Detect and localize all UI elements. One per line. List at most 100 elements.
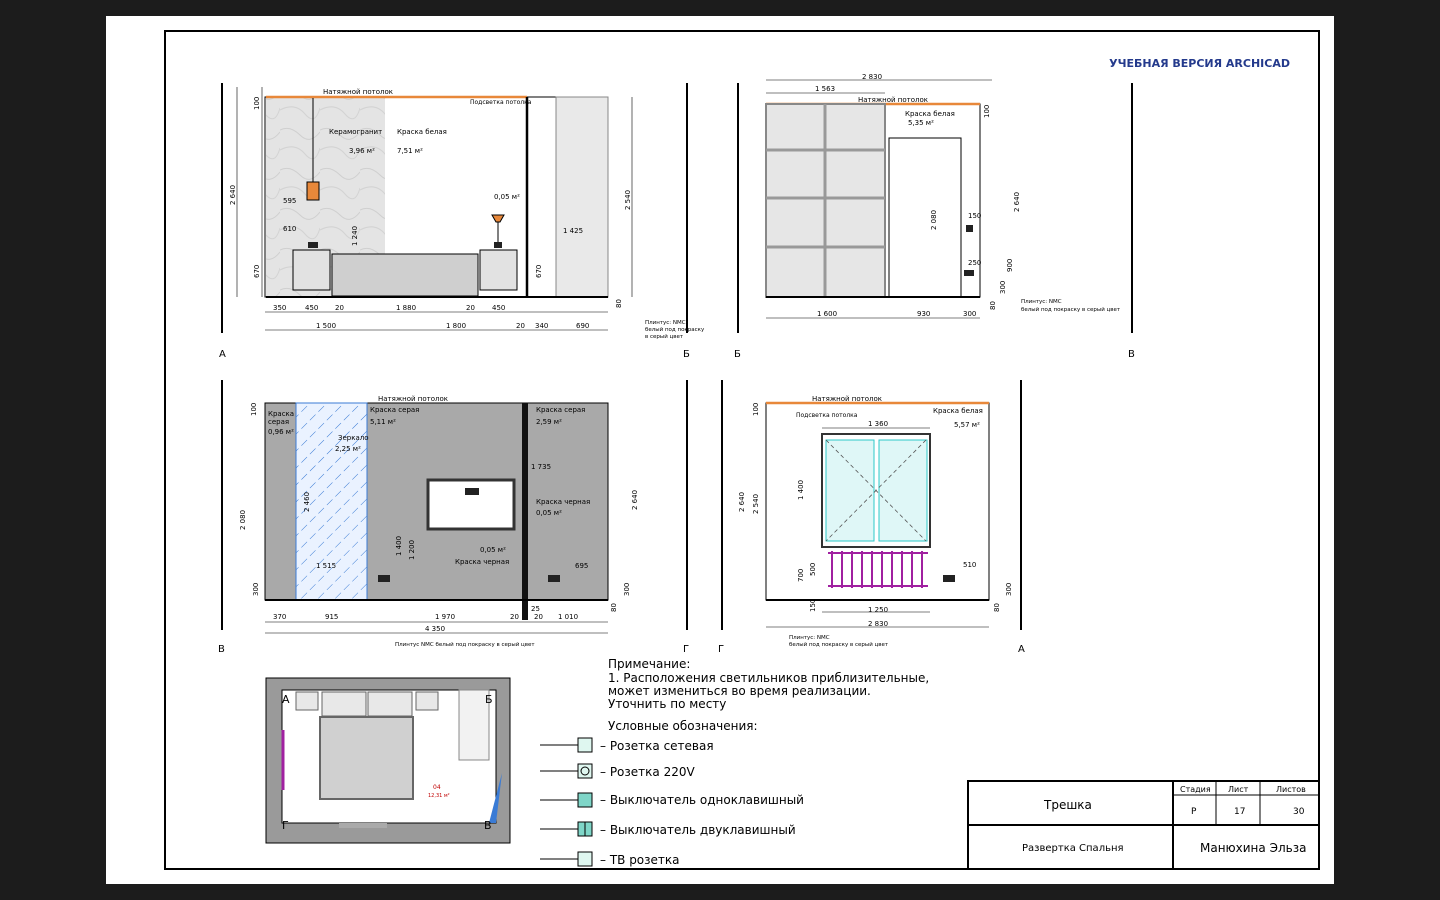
dim: 1 010 xyxy=(558,613,578,621)
author-name: Манюхина Эльза xyxy=(1200,841,1306,855)
dim: 20 xyxy=(534,613,543,621)
dim: 915 xyxy=(325,613,338,621)
ceiling-label: Натяжной потолок xyxy=(858,96,928,104)
black-a-label: Краска черная xyxy=(536,498,590,506)
dim: 20 xyxy=(466,304,475,312)
legend-label: – Розетка сетевая xyxy=(600,739,714,753)
legend-label: – Выключатель одноклавишный xyxy=(600,793,804,807)
dim: 80 xyxy=(989,301,997,310)
dim: 1 360 xyxy=(868,420,888,428)
dim: 930 xyxy=(917,310,930,318)
dim: 510 xyxy=(963,561,976,569)
dim: 1 735 xyxy=(531,463,551,471)
plinth-note: в серый цвет xyxy=(645,333,684,340)
paint-area: 7,51 м² xyxy=(397,147,423,155)
floor-plan: А Б Г В 04 12,31 м² xyxy=(265,677,511,844)
bedside-table-right xyxy=(479,249,518,291)
gray-c-label: Краска серая xyxy=(536,406,585,414)
plinth-note: Плинтус NMC белый под покраску в серый ц… xyxy=(395,641,535,648)
dim: 100 xyxy=(983,105,991,118)
dim: 2 640 xyxy=(1013,192,1021,212)
notes-line: 1. Расположения светильников приблизител… xyxy=(608,671,929,685)
elevation-ab-right-label: Б xyxy=(683,349,690,360)
window-glass-right xyxy=(878,439,928,542)
legend-item: – Выключатель двуклавишный xyxy=(540,821,796,837)
dim: 500 xyxy=(809,563,817,576)
dim: 25 xyxy=(531,605,540,613)
mirror-label: Зеркало xyxy=(338,434,369,442)
socket-symbol xyxy=(943,575,955,582)
dim: 4 350 xyxy=(425,625,445,633)
dim: 1 250 xyxy=(868,606,888,614)
elevation-ga-right-label: А xyxy=(1018,644,1025,655)
legend-item: – Розетка сетевая xyxy=(540,737,714,753)
pendant-lamp xyxy=(306,181,320,201)
black-b-label: Краска черная xyxy=(455,558,509,566)
plinth-note: белый под покраску в серый цвет xyxy=(789,641,889,648)
socket-220v-icon xyxy=(577,763,593,779)
dim: 100 xyxy=(752,403,760,416)
title-block xyxy=(967,780,1320,870)
dim: 100 xyxy=(253,97,261,110)
switch-symbol xyxy=(966,225,973,232)
watermark: УЧЕБНАЯ ВЕРСИЯ ARCHICAD xyxy=(1109,57,1290,70)
dim: 150 xyxy=(809,599,817,612)
dim: 300 xyxy=(1005,583,1013,596)
gray-b-area: 5,11 м² xyxy=(370,418,396,426)
dim: 2 830 xyxy=(862,73,882,81)
dim: 1 425 xyxy=(563,227,583,235)
plinth-note: Плинтус: NMC xyxy=(789,635,830,641)
project-name: Трешка xyxy=(1043,798,1092,812)
dim: 2 830 xyxy=(868,620,888,628)
elevation-bv-left-label: Б xyxy=(734,349,741,360)
legend-label: – Выключатель двуклавишный xyxy=(600,823,796,837)
mirror-area: 2,25 м² xyxy=(335,445,361,453)
sheets-header: Листов xyxy=(1276,785,1306,794)
dim: 450 xyxy=(492,304,505,312)
bedside-table-left xyxy=(292,249,331,291)
sheet-title: Развертка Спальня xyxy=(1022,843,1124,854)
notes-block: Примечание: 1. Расположения светильников… xyxy=(608,657,929,711)
sheet-header: Лист xyxy=(1228,785,1249,794)
legend-label: – Розетка 220V xyxy=(600,765,695,779)
dim: 2 640 xyxy=(738,492,746,512)
dim: 1 880 xyxy=(396,304,416,312)
dim: 2 080 xyxy=(239,510,247,530)
plan-label-g: Г xyxy=(282,819,289,832)
dim: 670 xyxy=(253,265,261,278)
drawing-canvas: УЧЕБНАЯ ВЕРСИЯ ARCHICAD А Б Натяжной пот… xyxy=(164,30,1320,870)
dim: 610 xyxy=(283,225,296,233)
window-glass-left xyxy=(825,439,875,542)
ceiling-label: Натяжной потолок xyxy=(378,395,448,403)
socket-symbol xyxy=(548,575,560,582)
dim: 2 540 xyxy=(752,494,760,514)
room-number: 04 xyxy=(433,784,441,791)
dim: 670 xyxy=(535,265,543,278)
elevation-g-a: Г А Натяжной потолок Подсветка потолка К… xyxy=(718,380,1025,655)
dim: 900 xyxy=(1006,259,1014,272)
ceiling-label: Натяжной потолок xyxy=(323,88,393,96)
dim: 250 xyxy=(968,259,981,267)
gray-a-area: 0,96 м² xyxy=(268,428,294,436)
legend-title: Условные обозначения: xyxy=(608,719,758,733)
black-b-area: 0,05 м² xyxy=(480,546,506,554)
dim: 450 xyxy=(305,304,318,312)
socket-symbol xyxy=(494,242,502,248)
ceiling-label: Натяжной потолок xyxy=(812,395,882,403)
tile-area: 3,96 м² xyxy=(349,147,375,155)
legend-item: – Розетка 220V xyxy=(540,763,695,779)
legend-block: Условные обозначения: – Розетка сетевая … xyxy=(540,719,804,867)
dim: 20 xyxy=(516,322,525,330)
gray-b-label: Краска серая xyxy=(370,406,419,414)
dim: 300 xyxy=(252,583,260,596)
dim: 690 xyxy=(576,322,589,330)
dim: 370 xyxy=(273,613,286,621)
tile-label: Керамогранит xyxy=(329,128,382,136)
ceiling-light-label: Подсветка потолка xyxy=(796,412,858,419)
dim: 2 540 xyxy=(624,190,632,210)
dim: 2 640 xyxy=(631,490,639,510)
dim: 300 xyxy=(963,310,976,318)
dim: 150 xyxy=(968,212,981,220)
dim: 1 500 xyxy=(316,322,336,330)
dim: 695 xyxy=(575,562,588,570)
